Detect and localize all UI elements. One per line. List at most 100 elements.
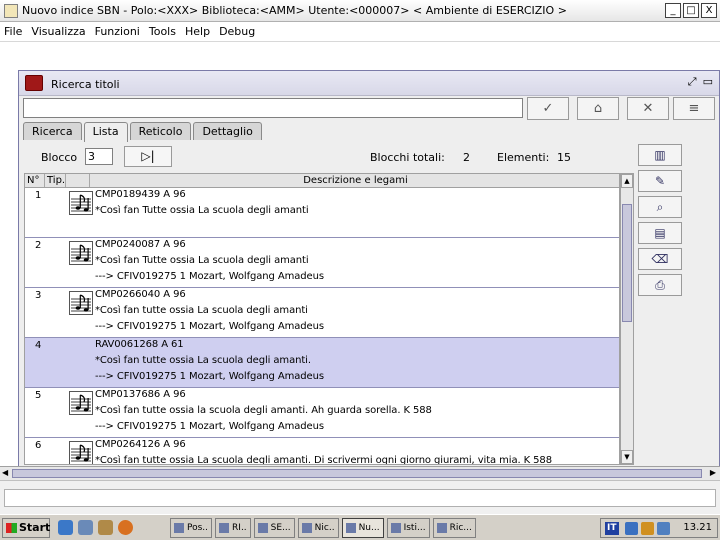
music-score-icon bbox=[69, 441, 93, 464]
row-description-line: *Così fan tutte ossia La scuola degli am… bbox=[95, 355, 311, 366]
taskbar-task-button[interactable]: RI.. bbox=[215, 518, 251, 538]
taskbar-task-button[interactable]: Nu... bbox=[341, 518, 384, 538]
task-label: Nic.. bbox=[314, 523, 335, 533]
start-button[interactable]: Start bbox=[2, 518, 50, 538]
check-icon[interactable]: ✓ bbox=[527, 97, 569, 120]
menu-debug[interactable]: Debug bbox=[219, 25, 255, 38]
scroll-down-icon[interactable]: ▼ bbox=[621, 450, 633, 464]
task-window-icon bbox=[219, 523, 230, 533]
tab-ricerca[interactable]: Ricerca bbox=[23, 122, 82, 140]
taskbar-task-button[interactable]: Ric... bbox=[432, 518, 476, 538]
row-description-line: CMP0240087 A 96 bbox=[95, 239, 186, 250]
tab-dettaglio[interactable]: Dettaglio bbox=[193, 122, 262, 140]
table-row[interactable]: 4 RAV0061268 A 61 *Così fan tutte ossia La… bbox=[25, 338, 619, 388]
status-bar bbox=[0, 480, 720, 514]
vertical-scrollbar[interactable]: ▲ ▼ bbox=[620, 173, 634, 465]
list-icon[interactable]: ≡ bbox=[673, 97, 715, 120]
task-label: Isti... bbox=[403, 523, 426, 533]
network-icon[interactable] bbox=[625, 522, 638, 535]
table-row[interactable]: 6 CMP0264126 A 96 *Così fan tutte ossia La… bbox=[25, 438, 619, 465]
book-stack-icon[interactable]: ▥ bbox=[638, 144, 682, 166]
printer-icon[interactable]: ⎙ bbox=[638, 274, 682, 296]
firefox-icon[interactable] bbox=[118, 520, 133, 535]
music-score-icon bbox=[69, 391, 93, 415]
header-numero[interactable]: N° bbox=[25, 174, 45, 187]
eraser-icon[interactable]: ⌫ bbox=[638, 248, 682, 270]
table-row[interactable]: 5 CMP0137686 A 96 *Così fan tutte ossia la… bbox=[25, 388, 619, 438]
scroll-thumb[interactable] bbox=[622, 204, 632, 322]
window-title: Nuovo indice SBN - Polo:<XXX> Biblioteca… bbox=[22, 4, 567, 17]
tab-reticolo[interactable]: Reticolo bbox=[129, 122, 192, 140]
header-tipo[interactable]: Tip... bbox=[45, 174, 66, 187]
taskbar-task-button[interactable]: Pos.. bbox=[170, 518, 213, 538]
blocco-input[interactable]: 3 bbox=[85, 148, 113, 165]
magnify-icon[interactable]: ⌕ bbox=[638, 196, 682, 218]
next-block-button[interactable]: ▷| bbox=[124, 146, 172, 167]
row-description-line: CMP0266040 A 96 bbox=[95, 289, 186, 300]
menu-bar: File Visualizza Funzioni Tools Help Debu… bbox=[0, 22, 720, 41]
row-number: 3 bbox=[35, 290, 42, 301]
row-description-line: *Così fan Tutte ossia La scuola degli am… bbox=[95, 205, 309, 216]
table-row[interactable]: 2 CMP0240087 A 96 *Così fan Tutte ossia La… bbox=[25, 238, 619, 288]
header-descrizione[interactable]: Descrizione e legami bbox=[90, 174, 619, 187]
task-buttons: Pos.. RI.. SE... Nic.. Nu... Isti... Ric... bbox=[170, 518, 476, 538]
task-window-icon bbox=[390, 523, 401, 533]
menu-tools[interactable]: Tools bbox=[149, 25, 176, 38]
restore-icon[interactable]: ▭ bbox=[703, 75, 713, 89]
scroll-up-icon[interactable]: ▲ bbox=[621, 174, 633, 188]
row-description-line: *Così fan tutte ossia La scuola degli am… bbox=[95, 455, 552, 465]
scroll-left-icon[interactable]: ◀ bbox=[2, 468, 8, 477]
title-bar: Nuovo indice SBN - Polo:<XXX> Biblioteca… bbox=[0, 0, 720, 22]
taskbar-task-button[interactable]: Isti... bbox=[386, 518, 430, 538]
row-number: 5 bbox=[35, 390, 42, 401]
folder-icon[interactable] bbox=[98, 520, 113, 535]
windows-flag-icon bbox=[6, 523, 17, 533]
monitor-icon[interactable] bbox=[657, 522, 670, 535]
side-toolbar: ▥ ✎ ⌕ ▤ ⌫ ⎙ bbox=[638, 144, 684, 300]
resize-icon[interactable]: ⤢ bbox=[688, 75, 697, 89]
search-field[interactable] bbox=[23, 98, 523, 118]
quick-launch bbox=[58, 520, 133, 535]
security-icon[interactable] bbox=[641, 522, 654, 535]
minimize-button[interactable]: _ bbox=[665, 3, 681, 18]
close-icon[interactable]: ✕ bbox=[627, 97, 669, 120]
edit-icon[interactable]: ✎ bbox=[638, 170, 682, 192]
status-pane bbox=[4, 489, 716, 507]
row-number: 2 bbox=[35, 240, 42, 251]
ie-icon[interactable] bbox=[58, 520, 73, 535]
taskbar-task-button[interactable]: SE... bbox=[253, 518, 295, 538]
row-description-line: ---> CFIV019275 1 Mozart, Wolfgang Amade… bbox=[95, 371, 324, 382]
row-number: 6 bbox=[35, 440, 42, 451]
menu-funzioni[interactable]: Funzioni bbox=[95, 25, 140, 38]
row-number: 4 bbox=[35, 340, 42, 351]
task-label: Ric... bbox=[449, 523, 472, 533]
table-row[interactable]: 3 CMP0266040 A 96 *Così fan tutte ossia La… bbox=[25, 288, 619, 338]
close-button[interactable]: X bbox=[701, 3, 717, 18]
form-icon[interactable]: ▤ bbox=[638, 222, 682, 244]
maximize-button[interactable]: □ bbox=[683, 3, 699, 18]
system-tray: IT 13.21 bbox=[600, 518, 718, 538]
row-description-line: CMP0189439 A 96 bbox=[95, 189, 186, 200]
task-label: RI.. bbox=[232, 523, 247, 533]
music-score-icon bbox=[69, 291, 93, 315]
row-description-line: ---> CFIV019275 1 Mozart, Wolfgang Amade… bbox=[95, 271, 324, 282]
menu-help[interactable]: Help bbox=[185, 25, 210, 38]
scroll-right-icon[interactable]: ▶ bbox=[710, 468, 716, 477]
music-score-icon bbox=[69, 191, 93, 215]
task-label: Pos.. bbox=[187, 523, 209, 533]
row-description-line: ---> CFIV019275 1 Mozart, Wolfgang Amade… bbox=[95, 321, 324, 332]
music-score-icon bbox=[69, 241, 93, 265]
menu-file[interactable]: File bbox=[4, 25, 22, 38]
language-indicator[interactable]: IT bbox=[605, 522, 619, 535]
building-icon[interactable]: ⌂ bbox=[577, 97, 619, 120]
start-label: Start bbox=[19, 521, 51, 534]
taskbar-task-button[interactable]: Nic.. bbox=[297, 518, 339, 538]
row-description-line: *Così fan tutte ossia La scuola degli am… bbox=[95, 305, 308, 316]
table-row[interactable]: 1 CMP0189439 A 96 *Così fan Tutte ossia La… bbox=[25, 188, 619, 238]
hscroll-thumb[interactable] bbox=[12, 469, 702, 478]
horizontal-scrollbar[interactable]: ◀ ▶ bbox=[0, 466, 720, 480]
desktop-icon[interactable] bbox=[78, 520, 93, 535]
taskbar: Start Pos.. RI.. SE... Nic.. Nu... Isti... Ric… bbox=[0, 514, 720, 540]
tab-lista[interactable]: Lista bbox=[83, 122, 128, 142]
menu-visualizza[interactable]: Visualizza bbox=[31, 25, 85, 38]
